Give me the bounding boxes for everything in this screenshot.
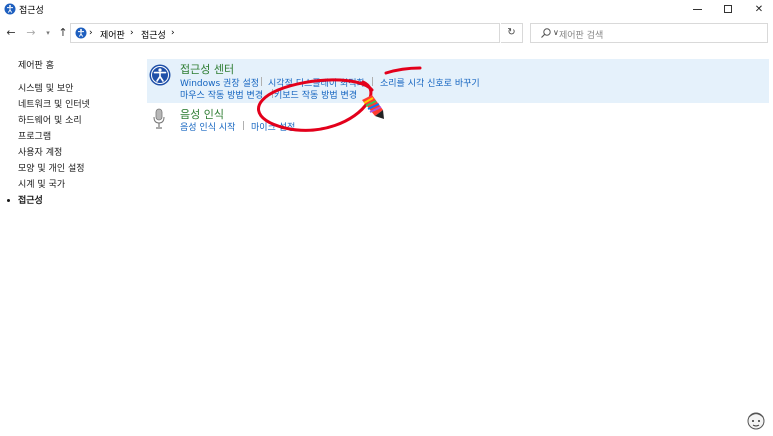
leftnav-item-system-security[interactable]: 시스템 및 보안 [18, 81, 73, 94]
breadcrumb-separator[interactable]: › [171, 28, 175, 38]
breadcrumb-accessibility[interactable]: 접근성 [141, 28, 166, 41]
breadcrumb-control-panel[interactable]: 제어판 [100, 28, 125, 41]
link-mouse-settings[interactable]: 마우스 작동 방법 변경 [180, 88, 263, 101]
refresh-icon: ↻ [507, 27, 516, 38]
up-arrow-icon[interactable]: ↑ [57, 26, 69, 40]
address-bar[interactable]: › 제어판 › 접근성 › ∨ [70, 23, 559, 43]
maximize-button[interactable] [711, 0, 745, 18]
category-title-ease-of-access[interactable]: 접근성 센터 [180, 61, 234, 77]
link-separator [272, 89, 273, 98]
minimize-icon [692, 8, 702, 10]
avatar[interactable] [744, 409, 768, 431]
accessibility-icon [4, 3, 16, 15]
search-placeholder: 제어판 검색 [559, 31, 604, 41]
link-separator [261, 77, 262, 86]
leftnav-item-user-accounts[interactable]: 사용자 계정 [18, 145, 62, 158]
control-panel-home-link[interactable]: 제어판 홈 [18, 58, 54, 71]
refresh-button[interactable]: ↻ [501, 23, 523, 43]
breadcrumb-separator[interactable]: › [130, 28, 134, 38]
active-item-bullet-icon [7, 199, 10, 202]
search-icon [541, 28, 551, 38]
link-start-speech-recognition[interactable]: 음성 인식 시작 [180, 120, 235, 133]
breadcrumb-separator[interactable]: › [89, 28, 93, 38]
minimize-button[interactable] [680, 0, 714, 18]
title-bar: 접근성 ✕ [0, 0, 773, 18]
maximize-icon [724, 5, 732, 13]
link-separator [243, 121, 244, 130]
recent-locations-chevron-icon[interactable]: ▾ [42, 26, 54, 40]
leftnav-item-appearance[interactable]: 모양 및 개인 설정 [18, 161, 85, 174]
leftnav-item-network-internet[interactable]: 네트워크 및 인터넷 [18, 97, 90, 110]
close-icon: ✕ [754, 3, 764, 15]
link-keyboard-settings[interactable]: 키보드 작동 방법 변경 [274, 88, 357, 101]
leftnav-item-programs[interactable]: 프로그램 [18, 129, 51, 142]
link-microphone-setup[interactable]: 마이크 설정 [251, 120, 295, 133]
search-input[interactable]: 제어판 검색 [530, 23, 768, 43]
back-arrow-icon[interactable]: ← [5, 26, 17, 40]
leftnav-item-accessibility-active[interactable]: 접근성 [18, 193, 43, 206]
link-sound-to-visual[interactable]: 소리를 시각 신호로 바꾸기 [380, 76, 480, 89]
accessibility-icon [75, 27, 87, 39]
close-button[interactable]: ✕ [742, 0, 773, 18]
forward-arrow-icon[interactable]: → [25, 26, 37, 40]
navigation-bar: ← → ▾ ↑ › 제어판 › 접근성 › ∨ ↻ 제어판 검색 [0, 22, 773, 44]
leftnav-item-clock-region[interactable]: 시계 및 국가 [18, 177, 65, 190]
microphone-icon[interactable] [152, 108, 166, 130]
leftnav-item-hardware-sound[interactable]: 하드웨어 및 소리 [18, 113, 82, 126]
accessibility-center-icon[interactable] [149, 64, 171, 86]
link-separator [372, 77, 373, 86]
window-title: 접근성 [19, 6, 44, 16]
